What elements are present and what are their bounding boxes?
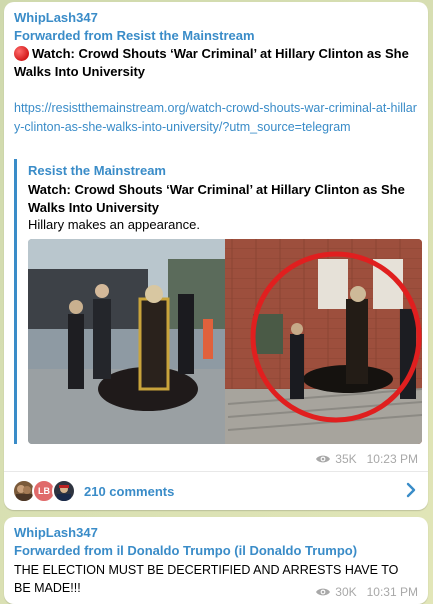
forwarded-from[interactable]: Forwarded from Resist the Mainstream bbox=[14, 28, 255, 43]
message-title-text: Watch: Crowd Shouts ‘War Criminal’ at Hi… bbox=[14, 46, 409, 79]
preview-image[interactable] bbox=[28, 239, 422, 444]
view-count: 35K bbox=[335, 452, 357, 466]
red-circle-emoji-icon bbox=[14, 46, 29, 61]
forwarded-from[interactable]: Forwarded from il Donaldo Trumpo (il Don… bbox=[14, 543, 357, 558]
chevron-right-icon[interactable] bbox=[404, 482, 418, 498]
commenter-avatars: LB bbox=[12, 479, 82, 503]
view-count: 30K bbox=[335, 585, 357, 599]
message-title: Watch: Crowd Shouts ‘War Criminal’ at Hi… bbox=[14, 45, 418, 81]
message-time: 10:31 PM bbox=[366, 585, 418, 599]
link-preview[interactable]: Resist the Mainstream Watch: Crowd Shout… bbox=[14, 159, 422, 444]
message-meta: 30K 10:31 PM bbox=[315, 585, 418, 599]
preview-description: Hillary makes an appearance. bbox=[28, 217, 200, 232]
comments-bar[interactable]: LB 210 comments bbox=[4, 472, 428, 510]
article-link[interactable]: https://resistthemainstream.org/watch-cr… bbox=[14, 99, 418, 137]
eye-icon bbox=[316, 588, 331, 596]
sender-name[interactable]: WhipLash347 bbox=[14, 10, 98, 25]
preview-site-name: Resist the Mainstream bbox=[28, 163, 166, 178]
message-meta: 35K 10:23 PM bbox=[315, 452, 418, 466]
message-time: 10:23 PM bbox=[366, 452, 418, 466]
eye-icon bbox=[316, 455, 331, 463]
preview-title: Watch: Crowd Shouts ‘War Criminal’ at Hi… bbox=[28, 182, 405, 215]
preview-photo bbox=[28, 239, 422, 444]
comments-link[interactable]: 210 comments bbox=[84, 484, 174, 499]
message-bubble[interactable]: WhipLash347 Forwarded from Resist the Ma… bbox=[4, 2, 428, 510]
message-bubble[interactable]: WhipLash347 Forwarded from il Donaldo Tr… bbox=[4, 517, 428, 604]
avatar bbox=[52, 479, 76, 503]
sender-name[interactable]: WhipLash347 bbox=[14, 525, 98, 540]
